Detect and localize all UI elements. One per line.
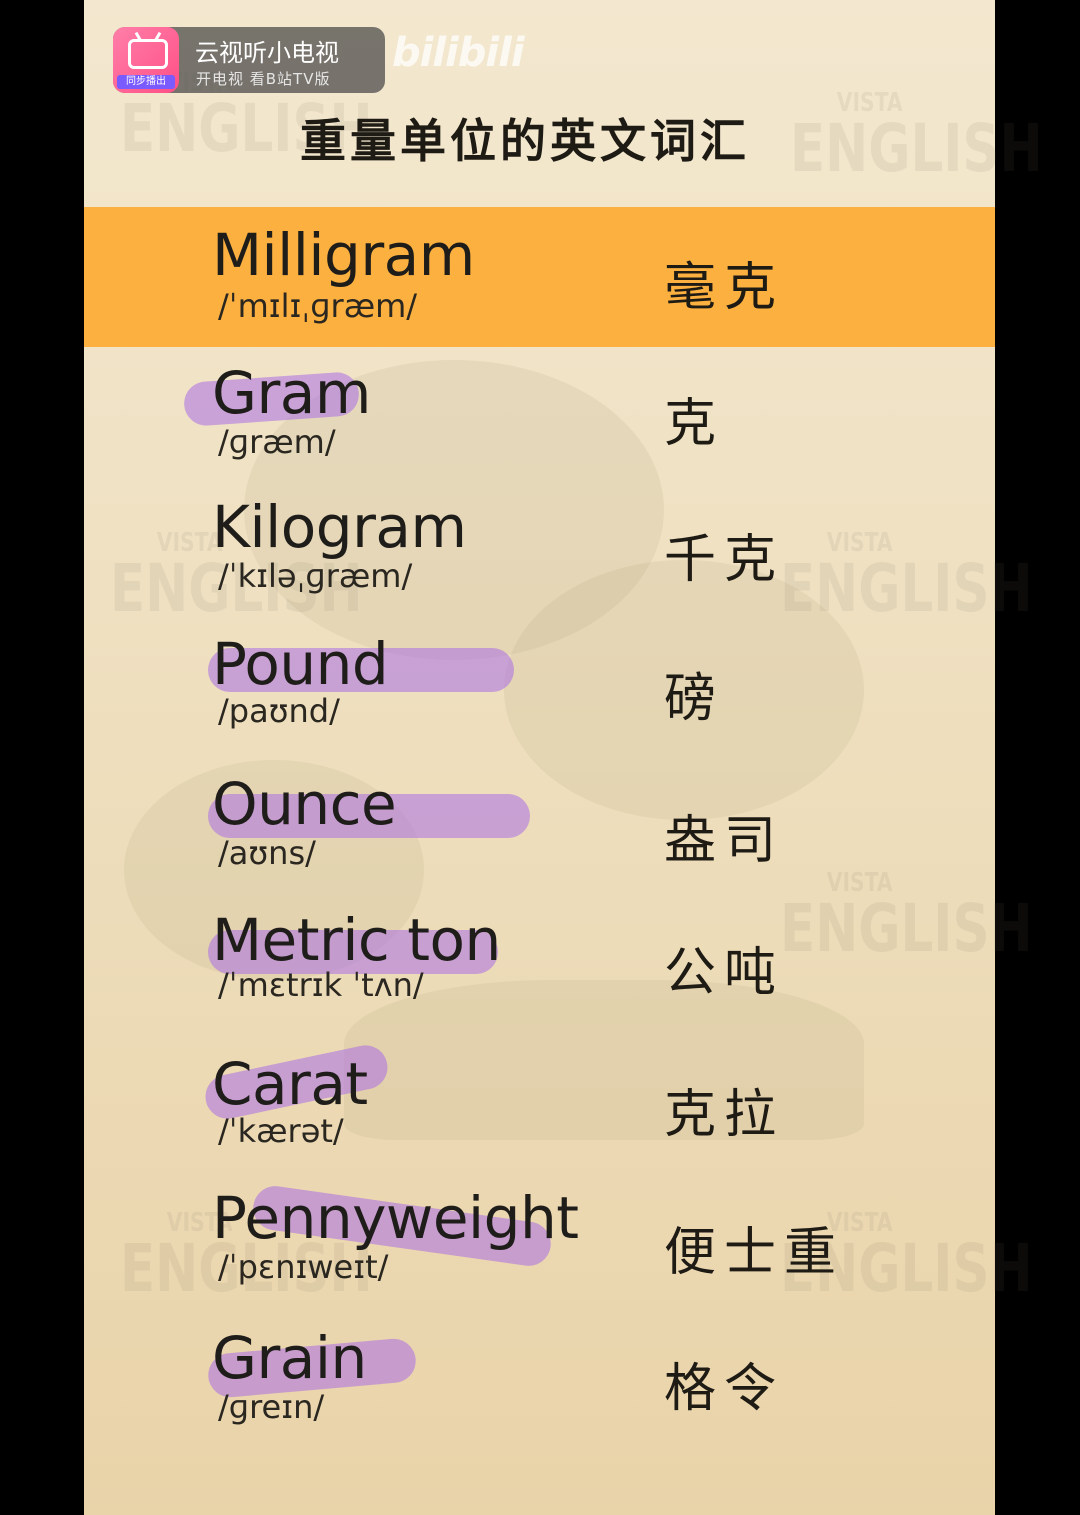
vocab-ipa: /ɡreɪn/: [218, 1388, 325, 1426]
vocab-word: Pound: [212, 630, 389, 698]
vocab-ipa: /ˈmɛtrɪk ˈtʌn/: [218, 966, 424, 1004]
vocab-word: Carat: [212, 1050, 368, 1118]
vocab-word: Kilogram: [212, 493, 467, 561]
vocab-word: Pennyweight: [212, 1184, 579, 1252]
vocab-chinese: 格令: [664, 1359, 785, 1419]
page-title: 重量单位的英文词汇: [300, 114, 750, 168]
sync-tag: 同步播出: [117, 75, 175, 89]
vocab-chinese: 毫克: [664, 258, 785, 318]
vocab-row: Gram /ɡræm/ 克: [84, 347, 995, 487]
vocab-word: Grain: [212, 1324, 367, 1392]
tv-icon: 同步播出: [113, 27, 179, 93]
vocab-ipa: /ɡræm/: [218, 423, 336, 461]
vocab-row: Kilogram /ˈkɪləˌɡræm/ 千克: [84, 485, 995, 625]
vocab-row: Carat /ˈkærət/ 克拉: [84, 1040, 995, 1180]
badge-subtitle: 开电视 看B站TV版: [196, 70, 331, 88]
vocab-row: Pound /paʊnd/ 磅: [84, 622, 995, 762]
vocab-ipa: /paʊnd/: [218, 692, 340, 730]
vocab-ipa: /ˈkɪləˌɡræm/: [218, 557, 413, 595]
vocab-ipa: /ˈmɪlɪˌɡræm/: [218, 287, 418, 325]
vocab-chinese: 公吨: [664, 943, 785, 1003]
vocab-row: Metric ton /ˈmɛtrɪk ˈtʌn/ 公吨: [84, 900, 995, 1040]
badge-title: 云视听小电视: [195, 39, 339, 67]
vocab-row: Grain /ɡreɪn/ 格令: [84, 1318, 995, 1458]
vocab-word: Metric ton: [212, 906, 501, 974]
vocab-chinese: 克: [664, 394, 725, 454]
vocab-ipa: /aʊns/: [218, 834, 316, 872]
vocab-chinese: 磅: [664, 669, 725, 729]
vocab-word: Milligram: [212, 221, 475, 289]
vocab-chinese: 盎司: [664, 811, 785, 871]
vocab-row: Milligram /ˈmɪlɪˌɡræm/ 毫克: [84, 207, 995, 347]
vocab-word: Gram: [212, 359, 371, 427]
vocab-chinese: 克拉: [664, 1085, 785, 1145]
vocab-ipa: /ˈkærət/: [218, 1112, 344, 1150]
app-badge[interactable]: 同步播出 云视听小电视 开电视 看B站TV版: [113, 27, 385, 93]
vocab-chinese: 千克: [664, 530, 785, 590]
vocab-ipa: /ˈpɛnɪweɪt/: [218, 1248, 389, 1286]
vocab-chinese: 便士重: [664, 1223, 845, 1283]
bilibili-logo: bilibili: [392, 30, 525, 76]
vocab-row: Ounce /aʊns/ 盎司: [84, 762, 995, 902]
vocab-word: Ounce: [212, 770, 397, 838]
vocab-row: Pennyweight /ˈpɛnɪweɪt/ 便士重: [84, 1178, 995, 1318]
